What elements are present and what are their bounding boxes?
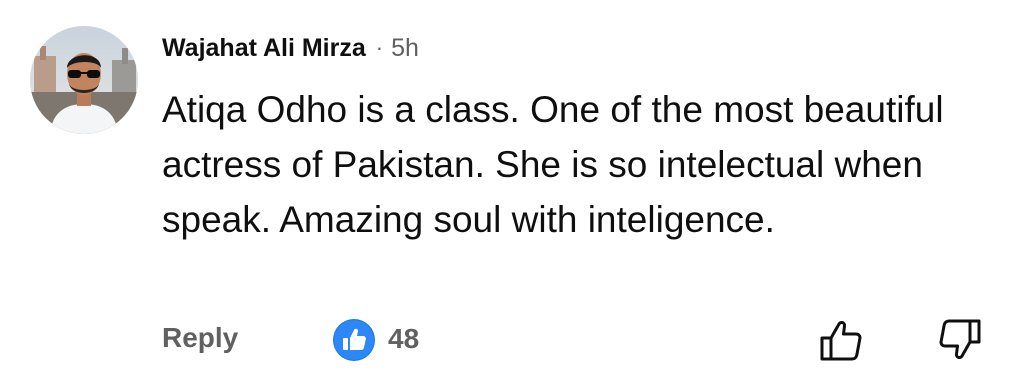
avatar[interactable] bbox=[30, 26, 138, 134]
comment-actions: Reply 48 bbox=[162, 316, 1002, 364]
separator-dot: · bbox=[375, 35, 384, 60]
author-name[interactable]: Wajahat Ali Mirza bbox=[162, 34, 366, 63]
comment-text: Atiqa Odho is a class. One of the most b… bbox=[162, 89, 944, 240]
reply-button[interactable]: Reply bbox=[162, 322, 238, 354]
thumbs-up-badge-icon bbox=[332, 318, 376, 362]
like-count: 48 bbox=[388, 323, 420, 354]
thumbs-down-outline-icon[interactable] bbox=[936, 316, 984, 364]
comment-header: Wajahat Ali Mirza · 5h bbox=[162, 30, 419, 66]
comment-timestamp[interactable]: 5h bbox=[391, 34, 419, 63]
avatar-photo bbox=[30, 26, 138, 134]
thumbs-up-outline-icon[interactable] bbox=[817, 316, 865, 364]
